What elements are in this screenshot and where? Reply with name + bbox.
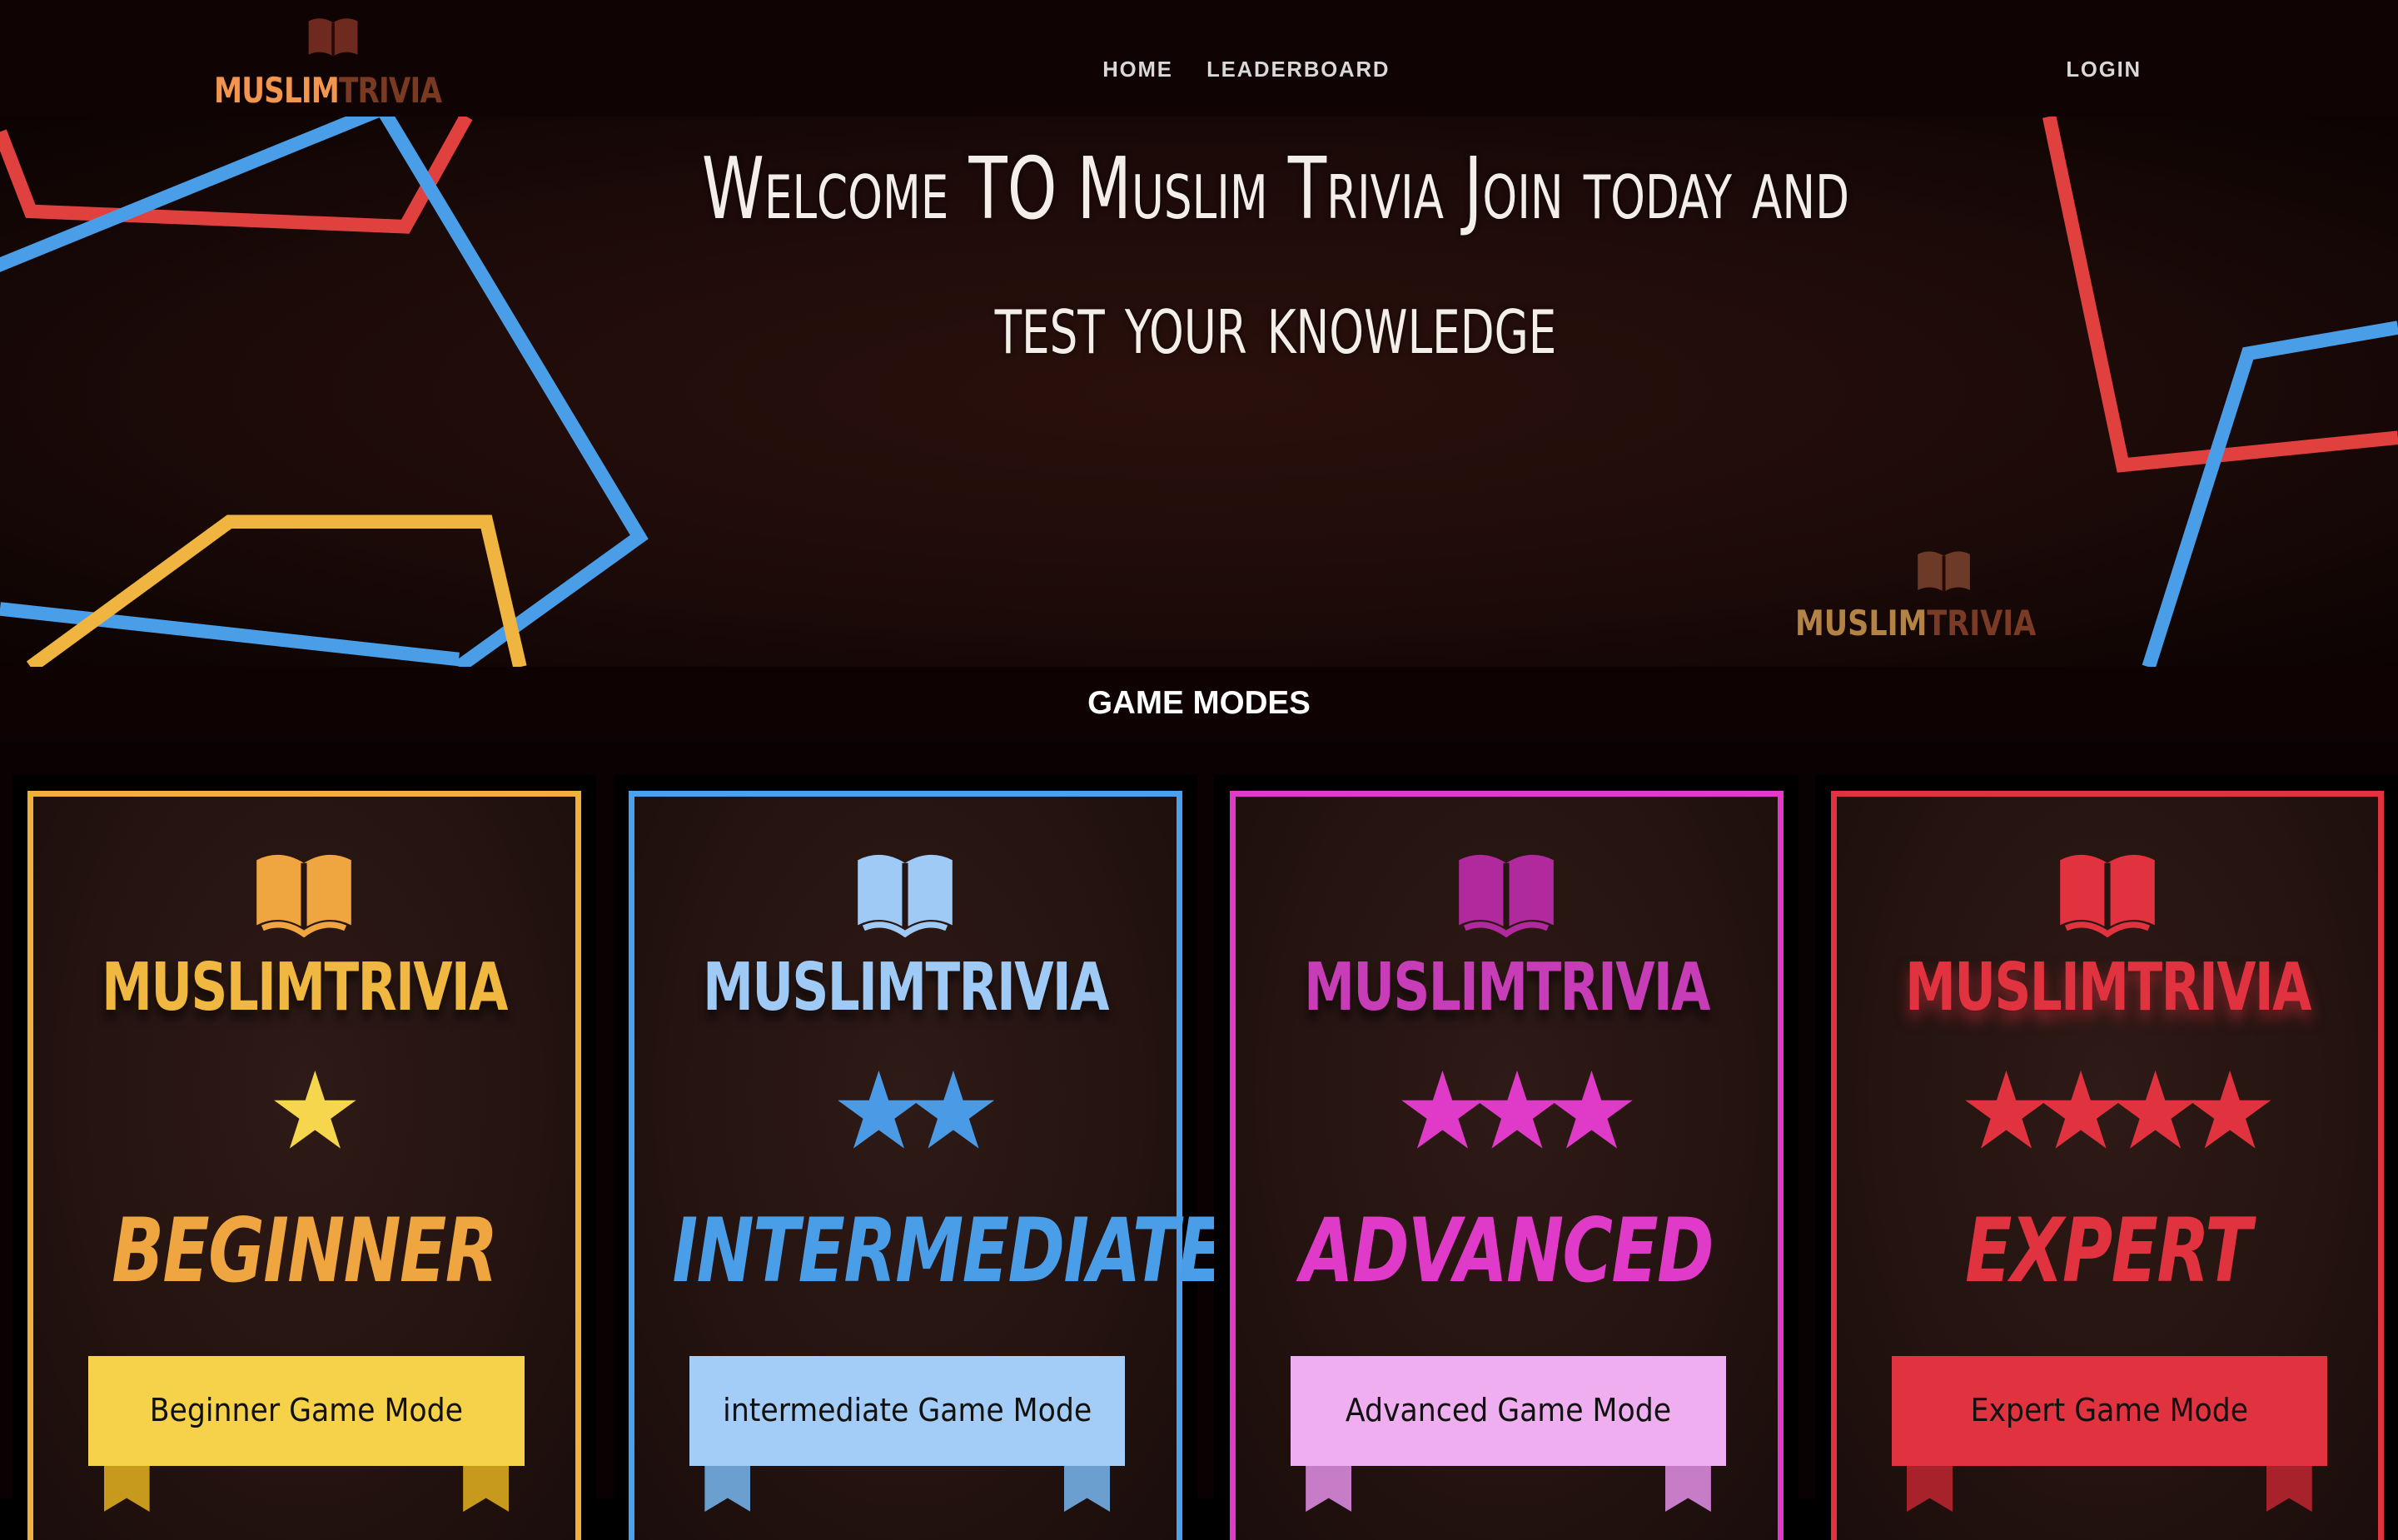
ribbon-tail — [103, 1466, 150, 1513]
hero-watermark-logo: MUSLIMTRIVIA — [1793, 548, 2098, 655]
card-level: ADVANCED — [1300, 1200, 1714, 1304]
game-modes-header: GAME MODES — [0, 666, 2398, 740]
navbar: MUSLIMTRIVIA HOME LEADERBOARD LOGIN — [0, 0, 2398, 117]
card-beginner[interactable]: MUSLIMTRIVIA ★ BEGINNER Beginner Game Mo… — [12, 775, 597, 1540]
card-advanced[interactable]: MUSLIMTRIVIA ★★★ ADVANCED Advanced Game … — [1214, 775, 1798, 1540]
book-icon — [1918, 550, 1970, 592]
card-brand: MUSLIMTRIVIA — [1303, 949, 1710, 1026]
expert-mode-button[interactable]: Expert Game Mode — [1891, 1355, 2328, 1467]
ribbon-tail — [463, 1466, 510, 1513]
ribbon-tail — [1664, 1466, 1711, 1513]
hero-title: Welcome TO Muslim Trivia Join today and … — [701, 139, 1849, 374]
card-brand: MUSLIMTRIVIA — [1904, 949, 2311, 1026]
card-frame: MUSLIMTRIVIA ★★ INTERMEDIATE intermediat… — [628, 790, 1225, 1540]
site-logo[interactable]: MUSLIMTRIVIA — [214, 12, 453, 111]
nav-home-link[interactable]: HOME — [1102, 58, 1172, 82]
ribbon-tail — [704, 1466, 751, 1513]
star-icon: ★★★ — [1394, 1052, 1639, 1172]
book-icon — [308, 18, 358, 57]
ribbon-tail — [1063, 1466, 1111, 1513]
star-icon: ★★ — [830, 1052, 1002, 1172]
card-level: BEGINNER — [112, 1200, 498, 1304]
card-intermediate[interactable]: MUSLIMTRIVIA ★★ INTERMEDIATE intermediat… — [613, 775, 1225, 1540]
intermediate-mode-button[interactable]: intermediate Game Mode — [689, 1355, 1126, 1467]
hero-banner: Welcome TO Muslim Trivia Join today and … — [0, 116, 2398, 667]
nav-links: HOME LEADERBOARD — [1102, 58, 1390, 82]
book-icon — [858, 854, 953, 937]
card-frame: MUSLIMTRIVIA ★ BEGINNER Beginner Game Mo… — [27, 790, 581, 1540]
ribbon-tail — [1306, 1466, 1352, 1513]
beginner-mode-button[interactable]: Beginner Game Mode — [88, 1355, 525, 1467]
book-icon — [1459, 854, 1554, 937]
card-level: EXPERT — [1964, 1200, 2251, 1304]
card-frame: MUSLIMTRIVIA ★★★★ EXPERT Expert Game Mod… — [1830, 790, 2385, 1540]
book-icon — [2060, 854, 2155, 937]
star-icon: ★ — [266, 1052, 363, 1172]
nav-leaderboard-link[interactable]: LEADERBOARD — [1206, 58, 1390, 82]
card-level: INTERMEDIATE — [672, 1200, 1224, 1304]
logo-text: MUSLIMTRIVIA — [214, 70, 442, 112]
star-icon: ★★★★ — [1958, 1052, 2278, 1172]
card-brand: MUSLIMTRIVIA — [102, 949, 508, 1026]
card-expert[interactable]: MUSLIMTRIVIA ★★★★ EXPERT Expert Game Mod… — [1815, 775, 2398, 1540]
card-frame: MUSLIMTRIVIA ★★★ ADVANCED Advanced Game … — [1229, 790, 1784, 1540]
hero-logo-text: MUSLIMTRIVIA — [1795, 602, 2037, 643]
card-brand: MUSLIMTRIVIA — [702, 949, 1109, 1026]
section-title: GAME MODES — [1087, 684, 1311, 721]
advanced-mode-button[interactable]: Advanced Game Mode — [1290, 1355, 1727, 1467]
ribbon-tail — [1907, 1466, 1953, 1513]
login-link[interactable]: LOGIN — [2066, 58, 2142, 82]
ribbon-tail — [2266, 1466, 2312, 1513]
book-icon — [256, 854, 352, 937]
